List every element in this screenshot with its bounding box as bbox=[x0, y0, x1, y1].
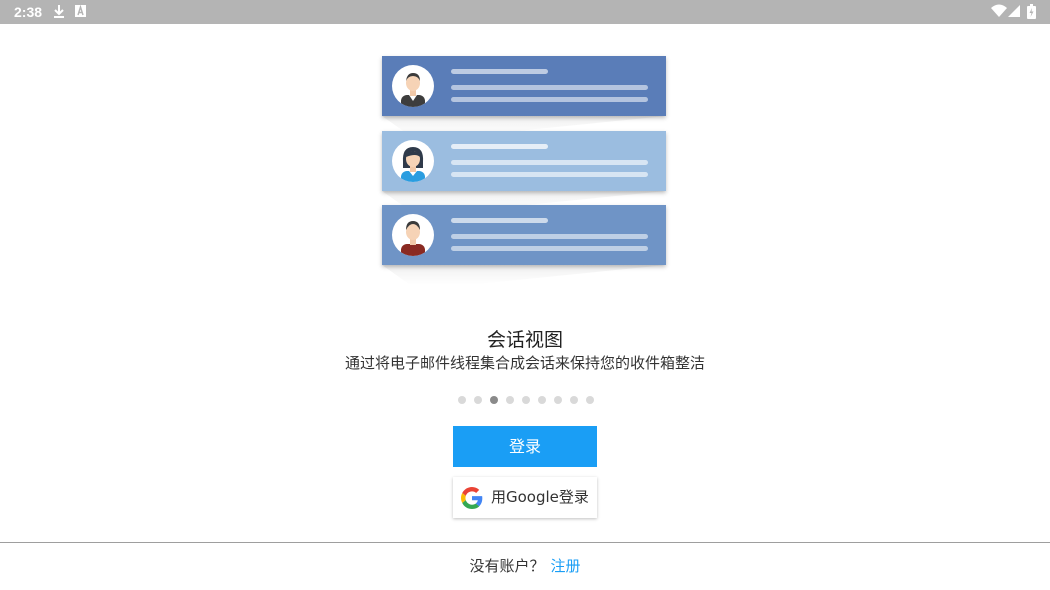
app-notification-icon bbox=[75, 4, 86, 17]
feature-title: 会话视图 bbox=[486, 329, 563, 351]
conversation-card-1 bbox=[382, 56, 666, 116]
page-dot bbox=[586, 396, 594, 404]
signal-icon bbox=[1008, 5, 1020, 17]
google-logo-icon bbox=[461, 487, 483, 509]
download-icon bbox=[54, 5, 64, 18]
login-button[interactable]: 登录 bbox=[453, 426, 597, 467]
page-dot bbox=[474, 396, 482, 404]
register-link[interactable]: 注册 bbox=[551, 557, 581, 575]
status-time: 2:38 bbox=[14, 4, 43, 20]
page-indicator bbox=[458, 396, 594, 406]
page-dot bbox=[458, 396, 466, 404]
status-bar: 2:38 bbox=[0, 0, 1050, 24]
feature-description: 通过将电子邮件线程集合成会话来保持您的收件箱整洁 bbox=[344, 354, 705, 372]
page-dot bbox=[490, 396, 498, 404]
page-dot bbox=[506, 396, 514, 404]
avatar-man-suit bbox=[392, 65, 434, 107]
signup-prompt: 没有账户？ 注册 bbox=[0, 555, 1050, 576]
main-content: 会话视图 通过将电子邮件线程集合成会话来保持您的收件箱整洁 登录 用Google… bbox=[0, 24, 1050, 590]
page-dot bbox=[570, 396, 578, 404]
conversation-illustration bbox=[382, 56, 682, 296]
google-login-label: 用Google登录 bbox=[491, 488, 589, 506]
page-dot bbox=[554, 396, 562, 404]
wifi-icon bbox=[991, 4, 1007, 17]
google-login-button[interactable]: 用Google登录 bbox=[453, 477, 597, 518]
conversation-card-3 bbox=[382, 205, 666, 265]
no-account-text: 没有账户？ bbox=[469, 557, 545, 575]
page-dot bbox=[522, 396, 530, 404]
avatar-man-red bbox=[392, 214, 434, 256]
avatar-woman bbox=[392, 140, 434, 182]
battery-icon bbox=[1027, 4, 1036, 19]
conversation-card-2 bbox=[382, 131, 666, 191]
page-dot bbox=[538, 396, 546, 404]
footer-divider bbox=[0, 542, 1050, 543]
